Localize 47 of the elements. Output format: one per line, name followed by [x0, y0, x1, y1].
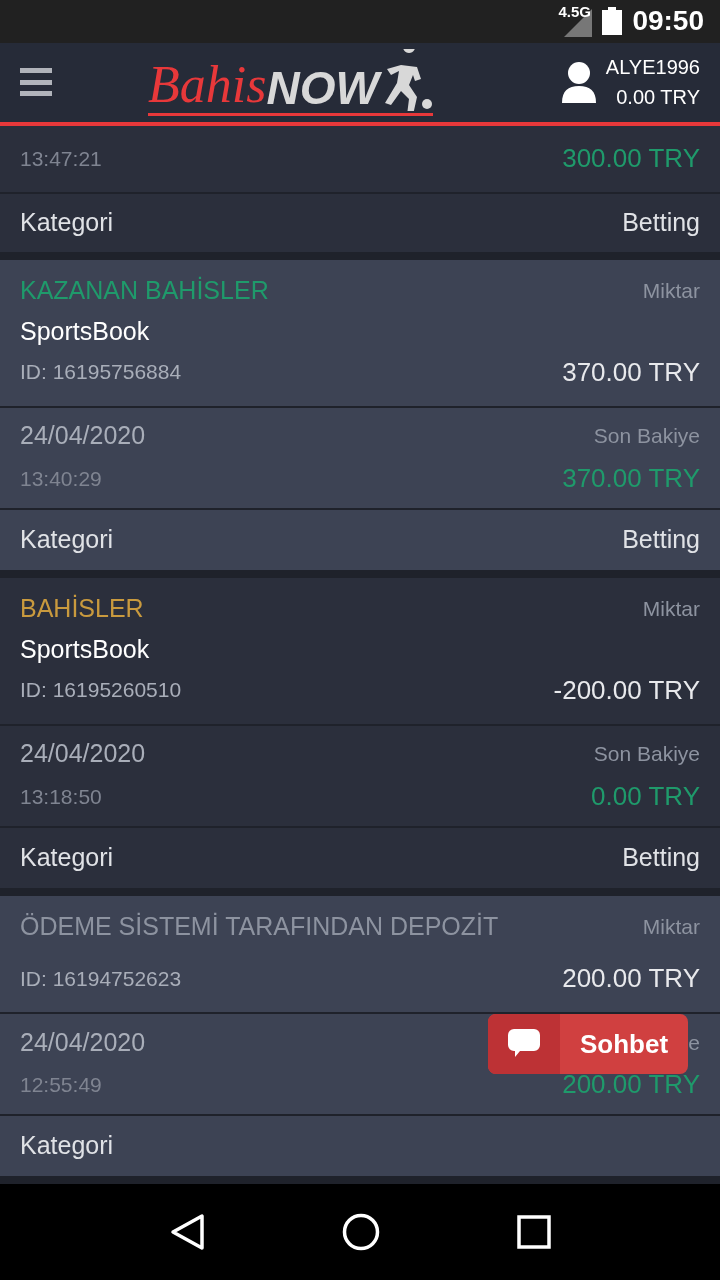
balance: 370.00 TRY	[562, 461, 700, 495]
user-balance: 0.00 TRY	[616, 85, 700, 111]
category-label: Kategori	[20, 841, 114, 873]
balance-label: Son Bakiye	[593, 741, 700, 768]
balance: 300.00 TRY	[562, 142, 700, 175]
time: 12:55:49	[20, 1072, 102, 1098]
transaction-id: ID: 16195756884	[20, 359, 182, 386]
transaction-id: ID: 16194752623	[20, 965, 182, 992]
transaction-type: BAHİSLER	[20, 592, 144, 624]
time: 13:18:50	[20, 783, 102, 810]
menu-icon[interactable]	[20, 66, 52, 99]
balance-label: e	[688, 1029, 700, 1056]
network-type: 4.5G	[558, 2, 591, 23]
transaction-id: ID: 16195260510	[20, 677, 182, 704]
balance-label: Son Bakiye	[593, 423, 700, 450]
recents-icon[interactable]	[517, 1215, 552, 1249]
clock: 09:50	[632, 4, 704, 39]
category-label: Kategori	[20, 1130, 114, 1162]
time: 13:40:29	[20, 465, 102, 492]
transaction-type: ÖDEME SİSTEMİ TARAFINDAN DEPOZİT	[20, 910, 499, 942]
time: 13:47:21	[20, 145, 102, 172]
home-icon[interactable]	[342, 1213, 380, 1251]
chat-bubble-icon	[508, 1029, 540, 1059]
date: 24/04/2020	[20, 420, 146, 452]
balance: 0.00 TRY	[591, 779, 700, 813]
chat-button[interactable]: Sohbet	[488, 1014, 689, 1074]
user-icon[interactable]	[561, 61, 596, 104]
amount-label: Miktar	[642, 913, 700, 940]
date: 24/04/2020	[20, 1026, 146, 1058]
category: Betting	[622, 523, 700, 555]
category-label: Kategori	[20, 206, 114, 238]
amount-label: Miktar	[642, 595, 700, 622]
amount: 200.00 TRY	[562, 962, 700, 995]
provider-name: SportsBook	[20, 634, 151, 665]
logo-script: Bahis	[148, 58, 267, 111]
amount: 370.00 TRY	[562, 355, 700, 389]
date: 24/04/2020	[20, 738, 146, 770]
amount: -200.00 TRY	[553, 673, 700, 707]
category: Betting	[622, 206, 700, 238]
back-icon[interactable]	[168, 1213, 205, 1251]
transaction-type: KAZANAN BAHİSLER	[20, 274, 269, 306]
category-label: Kategori	[20, 523, 114, 555]
amount-label: Miktar	[642, 277, 700, 304]
username: ALYE1996	[605, 55, 700, 81]
category: Betting	[622, 841, 700, 873]
battery-icon	[602, 7, 623, 36]
provider-name: SportsBook	[20, 316, 151, 347]
